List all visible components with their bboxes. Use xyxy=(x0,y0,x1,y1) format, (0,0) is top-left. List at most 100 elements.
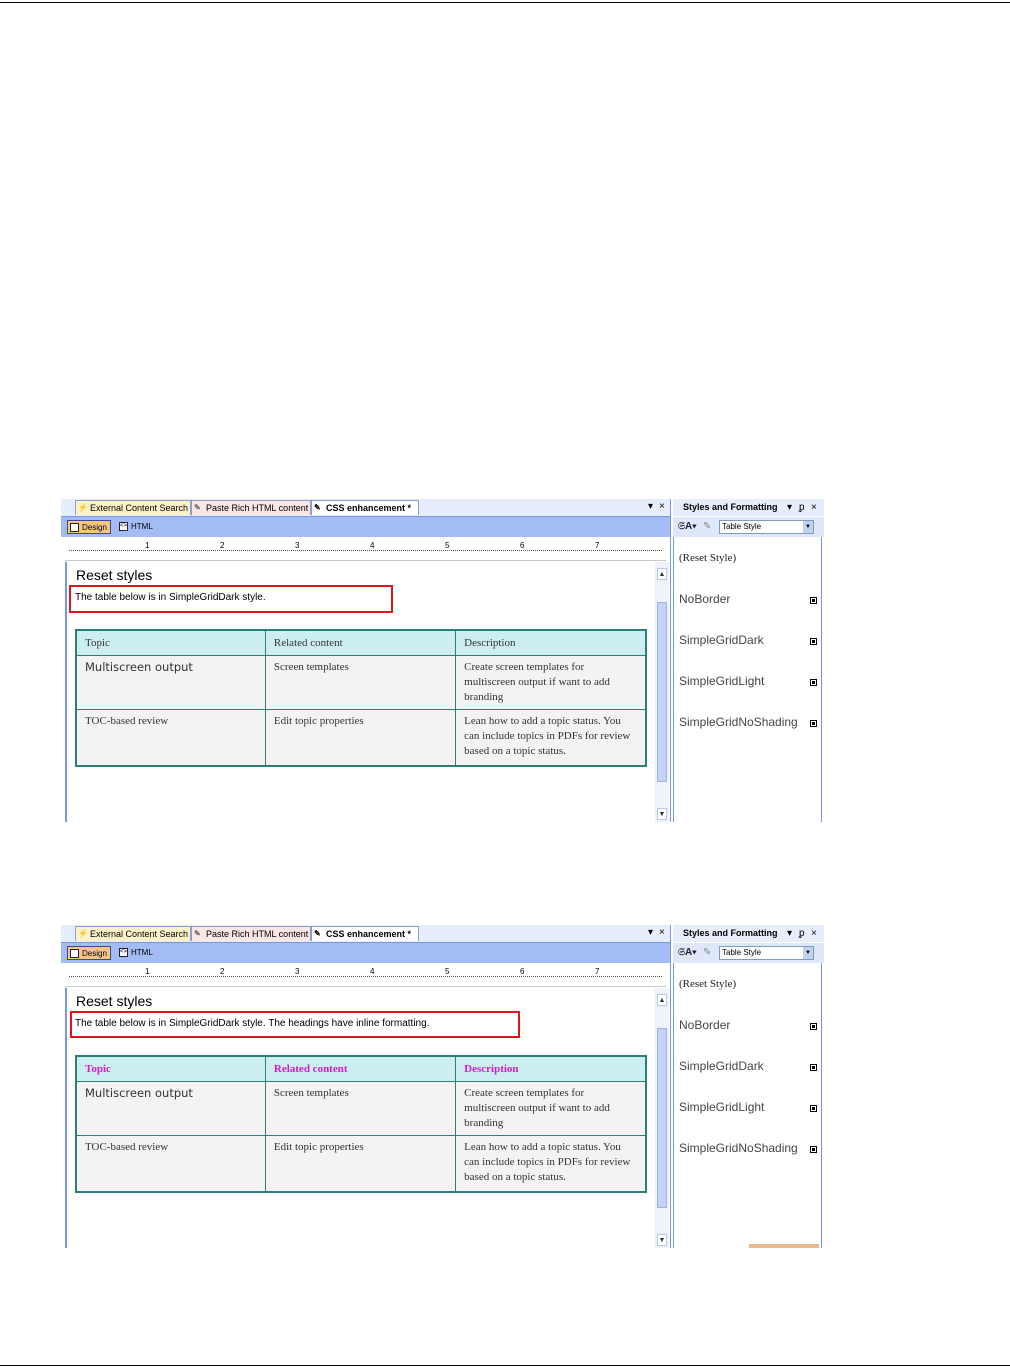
table-header-row: Topic Related content Description xyxy=(75,629,647,656)
styles-panel: Styles and Formatting ▾ ᵱ × 𝔖A▾ ✎ Table … xyxy=(673,499,824,822)
ruler-number: 2 xyxy=(220,541,225,550)
lightning-icon: ⚡ xyxy=(78,503,88,512)
tab-paste-rich-html[interactable]: ✎ Paste Rich HTML content * xyxy=(191,500,314,515)
style-item-reset[interactable]: (Reset Style) xyxy=(679,552,809,564)
style-type-select[interactable]: Table Style ▼ xyxy=(719,946,814,960)
table-style-icon xyxy=(810,1023,817,1030)
style-type-select[interactable]: Table Style ▼ xyxy=(719,520,814,534)
table-cell: Edit topic properties xyxy=(264,1135,457,1192)
ruler-number: 3 xyxy=(295,967,300,976)
table-header-cell: Description xyxy=(455,629,647,656)
table-header-cell: Related content xyxy=(264,1055,457,1082)
tab-css-enhancement[interactable]: ✎ CSS enhancement * xyxy=(311,500,419,515)
table-row: Multiscreen output Screen templates Crea… xyxy=(75,1081,647,1136)
html-doc-icon: ✎ xyxy=(194,503,201,512)
red-highlight-box xyxy=(70,1011,520,1038)
tab-menu-icon[interactable]: ▾ xyxy=(787,925,792,942)
scroll-up-icon[interactable]: ▲ xyxy=(657,994,667,1006)
style-icon[interactable]: 𝔖A▾ xyxy=(678,521,696,532)
scrollbar-thumb[interactable] xyxy=(657,602,667,782)
design-view-button[interactable]: Design xyxy=(67,946,111,960)
style-item-noborder[interactable]: NoBorder xyxy=(679,592,809,606)
vertical-scrollbar[interactable]: ▲ ▼ xyxy=(655,988,669,1248)
style-list: (Reset Style) NoBorder SimpleGridDark Si… xyxy=(673,537,822,822)
html-doc-icon: ✎ xyxy=(314,929,321,938)
table-style-icon xyxy=(810,720,817,727)
document-area[interactable]: Reset styles The table below is in Simpl… xyxy=(65,562,657,822)
ruler-number: 3 xyxy=(295,541,300,550)
table-style-icon xyxy=(810,638,817,645)
pencil-icon[interactable]: ✎ xyxy=(703,521,711,532)
pin-icon[interactable]: ᵱ xyxy=(799,925,805,942)
table-row: Multiscreen output Screen templates Crea… xyxy=(75,655,647,710)
table-cell: Multiscreen output xyxy=(75,1081,266,1136)
ruler-number: 5 xyxy=(445,967,450,976)
scroll-down-icon[interactable]: ▼ xyxy=(657,808,667,820)
table-header-row: Topic Related content Description xyxy=(75,1055,647,1082)
table-row: TOC-based review Edit topic properties L… xyxy=(75,1135,647,1192)
table-cell: Create screen templates for multiscreen … xyxy=(455,1081,647,1136)
panel-bottom-strip xyxy=(749,1244,819,1248)
document-area[interactable]: Reset styles The table below is in Simpl… xyxy=(65,988,657,1248)
style-item-simplegridnoshading[interactable]: SimpleGridNoShading xyxy=(679,1141,809,1155)
tab-external-content-search[interactable]: ⚡ External Content Search xyxy=(75,500,191,515)
table-style-icon xyxy=(810,1105,817,1112)
html-view-button[interactable]: <> HTML xyxy=(117,946,156,960)
close-icon[interactable]: × xyxy=(811,499,817,516)
tab-menu-icon[interactable]: ▾ xyxy=(648,500,653,514)
tab-css-enhancement[interactable]: ✎ CSS enhancement * xyxy=(311,926,419,941)
style-item-simplegriddark[interactable]: SimpleGridDark xyxy=(679,633,809,647)
tab-menu-icon[interactable]: ▾ xyxy=(648,926,653,940)
ruler: 1 2 3 4 5 6 7 xyxy=(65,540,666,561)
doc-heading: Reset styles xyxy=(76,567,153,583)
style-item-simplegriddark[interactable]: SimpleGridDark xyxy=(679,1059,809,1073)
scrollbar-thumb[interactable] xyxy=(657,1028,667,1208)
style-item-noborder[interactable]: NoBorder xyxy=(679,1018,809,1032)
vertical-scrollbar[interactable]: ▲ ▼ xyxy=(655,562,669,822)
pin-icon[interactable]: ᵱ xyxy=(799,499,805,516)
close-icon[interactable]: × xyxy=(659,926,665,940)
chevron-down-icon: ▼ xyxy=(803,521,813,533)
style-item-reset[interactable]: (Reset Style) xyxy=(679,978,809,990)
pencil-icon[interactable]: ✎ xyxy=(703,947,711,958)
table-style-icon xyxy=(810,679,817,686)
style-list: (Reset Style) NoBorder SimpleGridDark Si… xyxy=(673,963,822,1248)
ruler-number: 6 xyxy=(520,967,525,976)
tab-menu-icon[interactable]: ▾ xyxy=(787,499,792,516)
style-item-simplegridlight[interactable]: SimpleGridLight xyxy=(679,674,809,688)
style-item-simplegridnoshading[interactable]: SimpleGridNoShading xyxy=(679,715,809,729)
ruler: 1 2 3 4 5 6 7 xyxy=(65,966,666,987)
design-icon xyxy=(70,949,79,958)
table-style-icon xyxy=(810,1064,817,1071)
style-icon[interactable]: 𝔖A▾ xyxy=(678,947,696,958)
ruler-number: 1 xyxy=(145,967,150,976)
close-icon[interactable]: × xyxy=(659,500,665,514)
close-icon[interactable]: × xyxy=(811,925,817,942)
table-cell: TOC-based review xyxy=(75,1135,266,1192)
html-view-button[interactable]: <> HTML xyxy=(117,520,156,534)
top-rule xyxy=(0,2,1010,3)
ruler-number: 7 xyxy=(595,967,600,976)
ruler-number: 1 xyxy=(145,541,150,550)
view-toolbar: Design <> HTML xyxy=(61,517,670,537)
view-toolbar: Design <> HTML xyxy=(61,943,670,963)
table-header-cell: Description xyxy=(455,1055,647,1082)
tab-external-content-search[interactable]: ⚡ External Content Search xyxy=(75,926,191,941)
table-header-cell: Related content xyxy=(264,629,457,656)
table-cell: Lean how to add a topic status. You can … xyxy=(455,1135,647,1192)
scroll-down-icon[interactable]: ▼ xyxy=(657,1234,667,1246)
tab-paste-rich-html[interactable]: ✎ Paste Rich HTML content * xyxy=(191,926,314,941)
ruler-number: 4 xyxy=(370,541,375,550)
design-view-button[interactable]: Design xyxy=(67,520,111,534)
html-doc-icon: ✎ xyxy=(194,929,201,938)
table-header-cell: Topic xyxy=(75,1055,266,1082)
panel-toolbar: 𝔖A▾ ✎ Table Style ▼ xyxy=(673,943,824,963)
panel-toolbar: 𝔖A▾ ✎ Table Style ▼ xyxy=(673,517,824,537)
editor-pane: ⚡ External Content Search ✎ Paste Rich HTM… xyxy=(61,499,671,822)
editor-pane: ⚡ External Content Search ✎ Paste Rich HTM… xyxy=(61,925,671,1248)
scroll-up-icon[interactable]: ▲ xyxy=(657,568,667,580)
table-cell: TOC-based review xyxy=(75,709,266,766)
table-cell: Create screen templates for multiscreen … xyxy=(455,655,647,710)
html-tag-icon: <> xyxy=(119,522,128,531)
style-item-simplegridlight[interactable]: SimpleGridLight xyxy=(679,1100,809,1114)
